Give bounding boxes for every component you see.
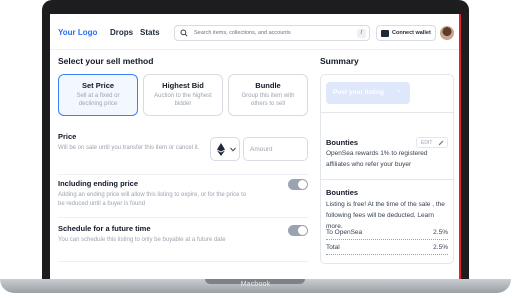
nav-link-drops[interactable]: Drops (110, 28, 133, 37)
chevron-right-icon: › (398, 88, 401, 95)
method-desc: Auction to the highest bidder (154, 93, 212, 107)
divider (58, 217, 308, 218)
schedule-title: Schedule for a future time (58, 224, 151, 233)
schedule-desc: You can schedule this listing to only be… (58, 237, 226, 243)
fee-row-opensea: To OpenSea 2.5% (326, 229, 448, 240)
search-input[interactable]: Search items, collections, and accounts … (174, 25, 370, 41)
logo[interactable]: Your Logo (58, 28, 97, 37)
method-set-price[interactable]: Set Price Sell at a fixed or declining p… (58, 74, 138, 116)
method-desc: Group this item with others to sell (241, 93, 295, 107)
divider (320, 112, 454, 113)
fee-value: 2.5% (431, 244, 448, 251)
bounties-text: OpenSea rewards 1% to registered affilia… (326, 150, 428, 168)
connect-wallet-label: Connect wallet (392, 30, 431, 36)
method-highest-bid[interactable]: Highest Bid Auction to the highest bidde… (143, 74, 223, 116)
avatar[interactable] (440, 26, 454, 40)
device-brand: Macbook (240, 281, 271, 288)
bounties-title: Bounties (326, 138, 359, 147)
ending-price-desc: Adding an ending price will allow this l… (58, 192, 247, 207)
ending-price-title: Including ending price (58, 179, 139, 188)
method-bundle[interactable]: Bundle Group this item with others to se… (228, 74, 308, 116)
chevron-down-icon (230, 147, 236, 152)
divider (58, 261, 308, 262)
search-placeholder: Search items, collections, and accounts (194, 30, 291, 36)
divider (320, 179, 454, 180)
fees-title: Bounties (326, 188, 359, 197)
post-listing-button[interactable]: Post your listing › (326, 82, 410, 104)
search-icon (180, 29, 188, 37)
search-shortcut-badge: / (357, 29, 366, 38)
edit-bounty-button[interactable]: EDIT (416, 137, 448, 148)
method-title: Highest Bid (162, 81, 204, 90)
amount-input[interactable]: Amount (243, 137, 308, 161)
schedule-toggle[interactable] (288, 225, 308, 236)
ending-price-toggle[interactable] (288, 179, 308, 190)
fee-label: To OpenSea (326, 229, 365, 236)
method-title: Bundle (255, 81, 281, 90)
amount-placeholder: Amount (250, 146, 273, 153)
divider (58, 174, 308, 175)
screen: Your Logo Drops Stats Search items, coll… (50, 14, 461, 280)
navbar: Your Logo Drops Stats Search items, coll… (50, 14, 459, 50)
post-listing-label: Post your listing (333, 89, 384, 96)
method-title: Set Price (81, 81, 115, 90)
ethereum-icon (217, 143, 225, 156)
price-title: Price (58, 132, 77, 141)
price-desc: Will be on sale until you transfer this … (58, 145, 200, 151)
fees-text: Listing is free! At the time of the sale… (326, 201, 445, 230)
connect-wallet-button[interactable]: Connect wallet (376, 25, 436, 41)
summary-title: Summary (320, 56, 359, 66)
currency-select[interactable] (210, 137, 240, 161)
toggle-knob (298, 226, 307, 235)
nav-link-stats[interactable]: Stats (140, 28, 160, 37)
fee-label: Total (326, 244, 342, 251)
pencil-icon (438, 140, 444, 146)
fee-row-total: Total 2.5% (326, 244, 448, 255)
toggle-knob (298, 180, 307, 189)
fee-value: 2.5% (431, 229, 448, 236)
edit-label: EDIT (421, 140, 433, 146)
method-desc: Sell at a fixed or declining price (76, 93, 120, 107)
sell-method-title: Select your sell method (58, 56, 154, 66)
wallet-icon (381, 30, 389, 37)
